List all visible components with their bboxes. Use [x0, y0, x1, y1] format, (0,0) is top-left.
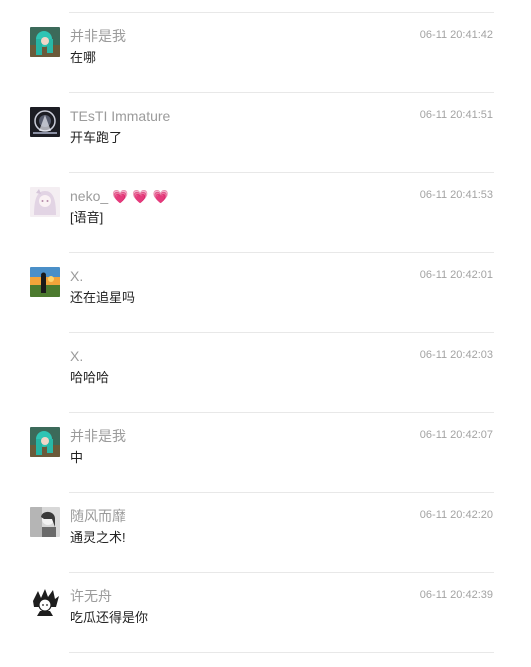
pale-anime-avatar-icon	[30, 187, 60, 217]
avatar[interactable]	[30, 267, 60, 297]
divider	[69, 172, 494, 173]
chat-message: neko_ 💗💗💗 06-11 20:41:53 [语音]	[0, 187, 531, 267]
message-text: 中	[70, 450, 84, 465]
sunset-figure-avatar-icon	[30, 267, 60, 297]
sender-name[interactable]: 许无舟	[70, 587, 116, 606]
avatar[interactable]	[30, 587, 60, 617]
heart-emoji-decoration: 💗💗💗	[112, 189, 173, 204]
message-text: 吃瓜还得是你	[70, 610, 149, 625]
avatar[interactable]	[30, 507, 60, 537]
divider	[69, 92, 494, 93]
sender-name[interactable]: X.	[70, 267, 87, 286]
message-text: [语音]	[70, 210, 104, 225]
message-text: 在哪	[70, 50, 97, 65]
sender-name[interactable]: neko_ 💗💗💗	[70, 187, 173, 206]
dark-emblem-avatar-icon	[30, 107, 60, 137]
chat-message: 并非是我 06-11 20:41:42 在哪	[0, 27, 531, 107]
message-timestamp: 06-11 20:42:39	[419, 589, 493, 601]
grayscale-portrait-avatar-icon	[30, 507, 60, 537]
chat-message: TEsTI Immature 06-11 20:41:51 开车跑了	[0, 107, 531, 187]
message-timestamp: 06-11 20:42:07	[419, 429, 493, 441]
divider	[69, 412, 494, 413]
message-text: 哈哈哈	[70, 370, 110, 385]
divider	[69, 12, 494, 13]
sender-name[interactable]: 并非是我	[70, 27, 130, 46]
avatar[interactable]	[30, 27, 60, 57]
sender-name[interactable]: 并非是我	[70, 427, 130, 446]
message-timestamp: 06-11 20:41:51	[419, 109, 493, 121]
message-text: 通灵之术!	[70, 530, 126, 545]
message-timestamp: 06-11 20:42:03	[419, 349, 493, 361]
avatar[interactable]	[30, 427, 60, 457]
teal-hair-avatar-icon	[30, 427, 60, 457]
message-text: 还在追星吗	[70, 290, 136, 305]
teal-hair-avatar-icon	[30, 27, 60, 57]
message-timestamp: 06-11 20:41:53	[419, 189, 493, 201]
avatar[interactable]	[30, 107, 60, 137]
sender-name[interactable]: X.	[70, 347, 87, 366]
divider	[69, 332, 494, 333]
chat-message: 并非是我 06-11 20:42:07 中	[0, 427, 531, 507]
message-timestamp: 06-11 20:42:20	[419, 509, 493, 521]
chat-message: X. 06-11 20:42:01 还在追星吗	[0, 267, 531, 347]
sender-name[interactable]: TEsTI Immature	[70, 107, 174, 126]
message-text: 开车跑了	[70, 130, 123, 145]
sender-name[interactable]: 随风而靡	[70, 507, 130, 526]
chat-message: 随风而靡 06-11 20:42:20 通灵之术!	[0, 507, 531, 587]
manga-character-avatar-icon	[30, 587, 60, 617]
chat-message: 许无舟 06-11 20:42:39 吃瓜还得是你	[0, 587, 531, 667]
divider	[69, 572, 494, 573]
message-timestamp: 06-11 20:41:42	[419, 29, 493, 41]
divider	[69, 252, 494, 253]
chat-message: X. 06-11 20:42:03 哈哈哈	[0, 347, 531, 427]
avatar[interactable]	[30, 187, 60, 217]
message-timestamp: 06-11 20:42:01	[419, 269, 493, 281]
divider	[69, 492, 494, 493]
